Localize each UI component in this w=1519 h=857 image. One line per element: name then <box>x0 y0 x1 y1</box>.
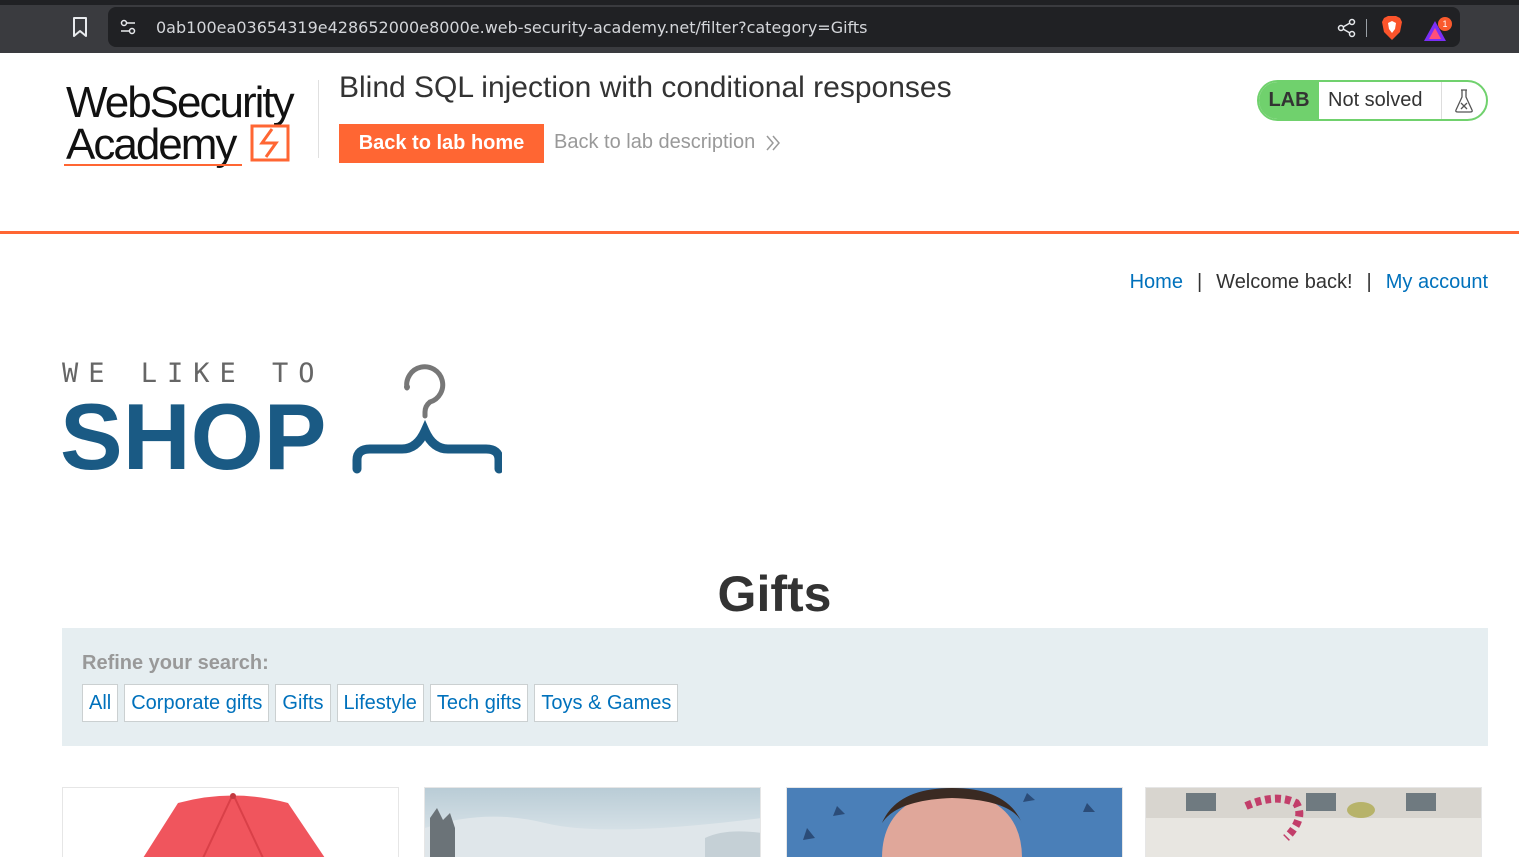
back-to-lab-description-label: Back to lab description <box>554 131 756 153</box>
category-filter-panel: Refine your search: All Corporate gifts … <box>62 628 1488 746</box>
we-like-to-shop-logo[interactable]: WE LIKE TO SHOP <box>60 358 504 489</box>
site-settings-icon[interactable] <box>118 17 138 37</box>
address-bar-divider <box>1366 19 1367 37</box>
hanger-icon <box>352 364 504 474</box>
product-image-bicycle-yarn <box>1146 788 1481 857</box>
share-icon[interactable] <box>1336 17 1358 39</box>
site-header-nav: Home | Welcome back! | My account <box>1130 271 1488 294</box>
lab-status-text: Not solved <box>1319 82 1442 119</box>
nav-separator: | <box>1366 271 1372 293</box>
shop-logo-word: SHOP <box>62 384 326 478</box>
product-card[interactable] <box>424 787 761 857</box>
url-text[interactable]: 0ab100ea03654319e428652000e8000e.web-sec… <box>156 18 868 37</box>
category-filter-list: All Corporate gifts Gifts Lifestyle Tech… <box>82 684 679 722</box>
lab-status-widget: LAB Not solved <box>1257 80 1488 121</box>
filter-category-corporate-gifts[interactable]: Corporate gifts <box>124 684 270 722</box>
brave-rewards-icon[interactable]: 1 <box>1422 15 1452 43</box>
rewards-count-badge: 1 <box>1438 17 1452 31</box>
page-title: Gifts <box>717 565 832 622</box>
browser-toolbar: 0ab100ea03654319e428652000e8000e.web-sec… <box>0 0 1519 53</box>
bookmark-icon[interactable] <box>68 14 92 40</box>
filter-category-gifts[interactable]: Gifts <box>275 684 331 722</box>
filter-category-lifestyle[interactable]: Lifestyle <box>336 684 424 722</box>
product-image-snow-scene <box>425 788 760 857</box>
nav-separator: | <box>1196 271 1203 293</box>
product-card[interactable] <box>62 787 399 857</box>
web-security-academy-logo[interactable]: WebSecurity Academy <box>62 73 322 173</box>
back-to-lab-description-link[interactable]: Back to lab description <box>554 131 781 154</box>
filter-category-all[interactable]: All <box>82 684 119 722</box>
flask-icon <box>1442 82 1486 119</box>
filter-category-toys-games[interactable]: Toys & Games <box>534 684 679 722</box>
header-divider <box>318 80 319 158</box>
filter-label: Refine your search: <box>82 652 269 674</box>
product-image-umbrella <box>63 788 398 857</box>
address-bar[interactable]: 0ab100ea03654319e428652000e8000e.web-sec… <box>108 7 1460 47</box>
filter-category-tech-gifts[interactable]: Tech gifts <box>429 684 529 722</box>
product-image-man-portrait <box>787 788 1122 857</box>
nav-my-account-link[interactable]: My account <box>1386 271 1488 294</box>
product-card[interactable] <box>786 787 1123 857</box>
product-card[interactable] <box>1145 787 1482 857</box>
logo-line-2: Academy <box>66 120 237 169</box>
lab-header: WebSecurity Academy Blind SQL injection … <box>0 53 1519 234</box>
double-chevron-right-icon <box>766 135 781 150</box>
back-to-lab-home-button[interactable]: Back to lab home <box>339 124 544 163</box>
nav-home-link[interactable]: Home <box>1130 271 1183 294</box>
lab-badge: LAB <box>1259 82 1319 119</box>
brave-shields-icon[interactable] <box>1380 15 1404 41</box>
lab-title: Blind SQL injection with conditional res… <box>339 71 952 104</box>
welcome-text: Welcome back! <box>1216 271 1353 293</box>
